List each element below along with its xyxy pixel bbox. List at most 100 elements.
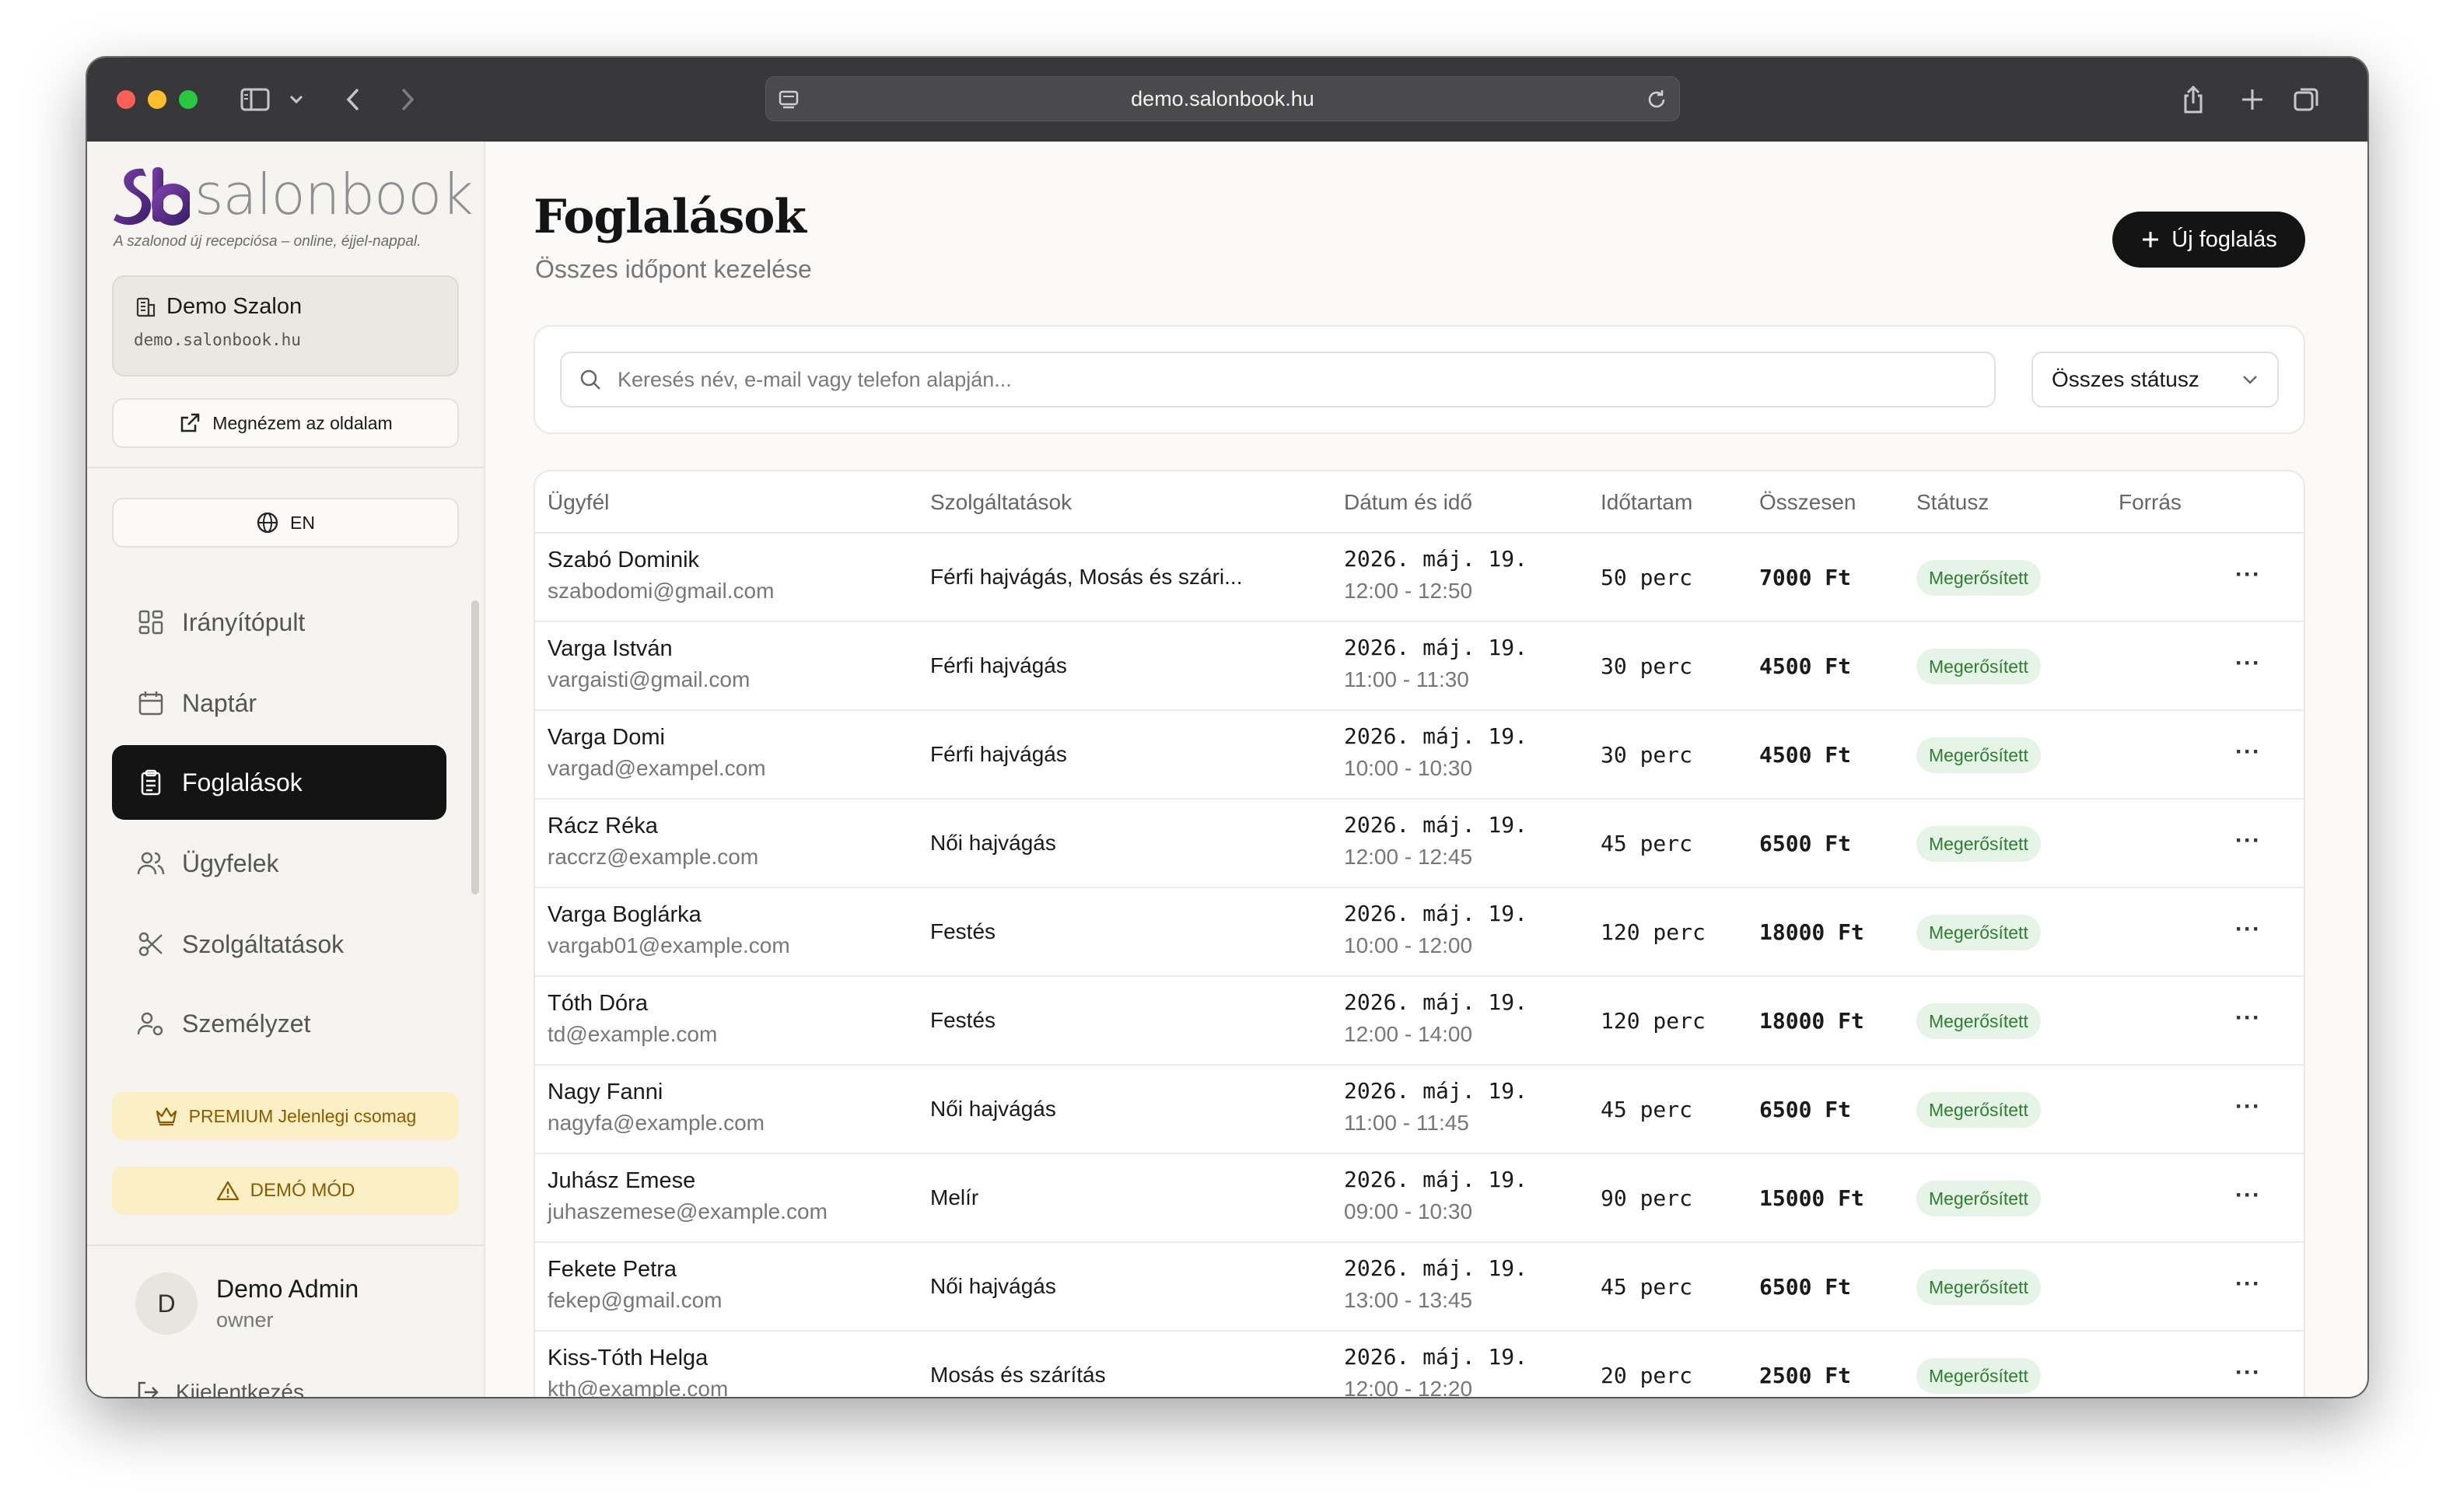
row-actions-button[interactable]: ··· bbox=[2235, 650, 2261, 677]
minimize-window-button[interactable] bbox=[148, 90, 166, 109]
row-actions-button[interactable]: ··· bbox=[2235, 1271, 2261, 1297]
table-row[interactable]: Juhász Emese juhaszemese@example.com Melír… bbox=[535, 1154, 2304, 1243]
row-actions-button[interactable]: ··· bbox=[2235, 562, 2261, 588]
view-site-button[interactable]: Megnézem az oldalam bbox=[112, 398, 459, 448]
nav-item-services[interactable]: Szolgáltatások bbox=[112, 907, 446, 982]
row-actions-button[interactable]: ··· bbox=[2235, 1360, 2261, 1386]
status-badge: Megerősített bbox=[1916, 1269, 2041, 1305]
back-arrow-icon[interactable] bbox=[338, 58, 369, 142]
maximize-window-button[interactable] bbox=[179, 90, 198, 109]
calendar-icon bbox=[138, 691, 163, 716]
tagline: A szalonod új recepciósa – online, éjjel… bbox=[114, 233, 422, 250]
language-switch-button[interactable]: EN bbox=[112, 498, 459, 548]
table-row[interactable]: Tóth Dóra td@example.com Festés 2026. máj. … bbox=[535, 977, 2304, 1066]
share-icon[interactable] bbox=[2175, 58, 2212, 142]
client-name: Varga István bbox=[548, 636, 673, 661]
booking-time: 09:00 - 10:30 bbox=[1344, 1199, 1473, 1223]
row-actions-button[interactable]: ··· bbox=[2235, 1005, 2261, 1031]
user-profile[interactable]: D Demo Admin owner bbox=[135, 1272, 359, 1335]
column-header-services[interactable]: Szolgáltatások bbox=[930, 490, 1072, 515]
nav-label: Foglalások bbox=[182, 768, 303, 796]
status-filter-select[interactable]: Összes státusz bbox=[2031, 352, 2279, 408]
tab-overview-icon[interactable] bbox=[2288, 58, 2325, 142]
table-row[interactable]: Varga Boglárka vargab01@example.com Festés… bbox=[535, 888, 2304, 977]
url-text: demo.salonbook.hu bbox=[1131, 86, 1314, 110]
booking-duration: 20 perc bbox=[1601, 1363, 1693, 1388]
new-tab-icon[interactable] bbox=[2234, 58, 2271, 142]
salon-switcher[interactable]: Demo Szalon demo.salonbook.hu bbox=[112, 275, 459, 376]
nav-item-bookings[interactable]: Foglalások bbox=[112, 745, 446, 820]
row-actions-button[interactable]: ··· bbox=[2235, 828, 2261, 854]
table-row[interactable]: Nagy Fanni nagyfa@example.com Női hajvágás… bbox=[535, 1066, 2304, 1154]
booking-time: 12:00 - 14:00 bbox=[1344, 1022, 1473, 1046]
client-name: Szabó Dominik bbox=[548, 548, 700, 572]
table-row[interactable]: Varga István vargaisti@gmail.com Férfi haj… bbox=[535, 622, 2304, 711]
table-row[interactable]: Szabó Dominik szabodomi@gmail.com Férfi ha… bbox=[535, 534, 2304, 622]
table-row[interactable]: Fekete Petra fekep@gmail.com Női hajvágás 2… bbox=[535, 1243, 2304, 1332]
status-badge: Megerősített bbox=[1916, 915, 2041, 950]
plus-icon bbox=[2143, 232, 2159, 247]
client-name: Kiss-Tóth Helga bbox=[548, 1346, 709, 1370]
logout-icon bbox=[138, 1381, 159, 1397]
nav-item-dashboard[interactable]: Irányítópult bbox=[112, 585, 446, 660]
booking-time: 10:00 - 12:00 bbox=[1344, 933, 1473, 957]
column-header-status[interactable]: Státusz bbox=[1916, 490, 1989, 515]
service-name: Melír bbox=[930, 1185, 979, 1209]
search-icon bbox=[580, 369, 600, 390]
salon-name-row: Demo Szalon bbox=[134, 294, 437, 320]
search-input[interactable]: Keresés név, e-mail vagy telefon alapján… bbox=[560, 352, 1996, 408]
demo-mode-badge: DEMÓ MÓD bbox=[112, 1167, 459, 1215]
booking-duration: 30 perc bbox=[1601, 653, 1693, 679]
booking-time: 11:00 - 11:45 bbox=[1344, 1111, 1469, 1135]
service-name: Női hajvágás bbox=[930, 831, 1056, 855]
client-name: Varga Boglárka bbox=[548, 902, 702, 927]
warning-icon bbox=[216, 1181, 239, 1201]
row-actions-button[interactable]: ··· bbox=[2235, 1182, 2261, 1209]
table-row[interactable]: Kiss-Tóth Helga kth@example.com Mosás és s… bbox=[535, 1332, 2304, 1397]
globe-icon bbox=[257, 512, 278, 534]
column-header-datetime[interactable]: Dátum és idő bbox=[1344, 490, 1472, 515]
nav-item-clients[interactable]: Ügyfelek bbox=[112, 826, 446, 901]
booking-date: 2026. máj. 19. bbox=[1344, 812, 1528, 838]
status-filter-value: Összes státusz bbox=[2052, 367, 2199, 391]
client-name: Fekete Petra bbox=[548, 1257, 677, 1282]
booking-total: 4500 Ft bbox=[1759, 742, 1852, 768]
service-name: Női hajvágás bbox=[930, 1274, 1056, 1298]
logout-button[interactable]: Kijelentkezés bbox=[135, 1380, 304, 1397]
booking-date: 2026. máj. 19. bbox=[1344, 723, 1528, 749]
window-controls bbox=[117, 90, 198, 109]
service-name: Férfi hajvágás, Mosás és szári... bbox=[930, 565, 1243, 589]
booking-total: 6500 Ft bbox=[1759, 1274, 1852, 1300]
nav-item-calendar[interactable]: Naptár bbox=[112, 666, 446, 740]
booking-date: 2026. máj. 19. bbox=[1344, 635, 1528, 660]
new-booking-button[interactable]: Új foglalás bbox=[2112, 212, 2305, 268]
row-actions-button[interactable]: ··· bbox=[2235, 739, 2261, 765]
chevron-down-icon[interactable] bbox=[285, 58, 308, 142]
address-bar[interactable]: demo.salonbook.hu bbox=[765, 76, 1680, 121]
row-actions-button[interactable]: ··· bbox=[2235, 916, 2261, 943]
page-settings-icon[interactable] bbox=[777, 88, 800, 117]
booking-time: 11:00 - 11:30 bbox=[1344, 667, 1469, 691]
forward-arrow-icon[interactable] bbox=[392, 58, 423, 142]
row-actions-button[interactable]: ··· bbox=[2235, 1094, 2261, 1120]
sidebar-toggle-icon[interactable] bbox=[236, 58, 274, 142]
table-row[interactable]: Rácz Réka raccrz@example.com Női hajvágás 2… bbox=[535, 800, 2304, 888]
reload-icon[interactable] bbox=[1645, 88, 1668, 117]
client-email: szabodomi@gmail.com bbox=[548, 579, 775, 603]
status-badge: Megerősített bbox=[1916, 737, 2041, 773]
table-row[interactable]: Varga Domi vargad@exampel.com Férfi hajvág… bbox=[535, 711, 2304, 800]
column-header-client[interactable]: Ügyfél bbox=[548, 490, 609, 515]
column-header-total[interactable]: Összesen bbox=[1759, 490, 1856, 515]
close-window-button[interactable] bbox=[117, 90, 135, 109]
booking-date: 2026. máj. 19. bbox=[1344, 1255, 1528, 1281]
client-email: kth@example.com bbox=[548, 1377, 729, 1397]
sidebar-scrollbar[interactable] bbox=[471, 600, 479, 894]
column-header-source[interactable]: Forrás bbox=[2119, 490, 2182, 515]
premium-badge[interactable]: PREMIUM Jelenlegi csomag bbox=[112, 1092, 459, 1140]
language-label: EN bbox=[290, 512, 315, 533]
column-header-duration[interactable]: Időtartam bbox=[1601, 490, 1692, 515]
status-badge: Megerősített bbox=[1916, 649, 2041, 684]
divider bbox=[87, 1244, 484, 1246]
nav-item-staff[interactable]: Személyzet bbox=[112, 986, 446, 1061]
salonbook-logo[interactable]: salonbook bbox=[112, 162, 474, 227]
